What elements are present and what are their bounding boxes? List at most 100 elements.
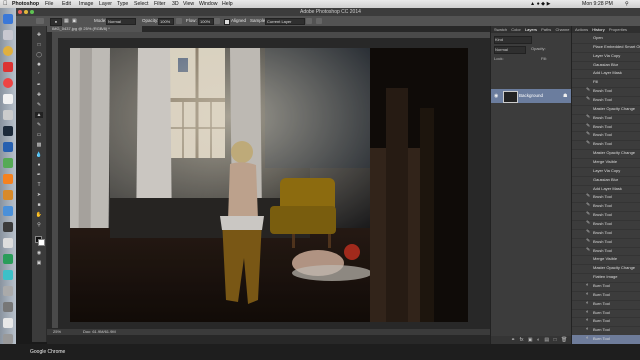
hand-tool-icon[interactable]: ✋ bbox=[35, 212, 43, 218]
photos-icon[interactable] bbox=[3, 110, 13, 120]
shape-tool-icon[interactable]: ■ bbox=[35, 202, 43, 208]
history-brush-tool-icon[interactable]: ✎ bbox=[35, 122, 43, 128]
brush-panel-icon[interactable]: ▦ bbox=[64, 18, 70, 24]
app-green-icon[interactable] bbox=[3, 254, 13, 264]
app-dark-icon[interactable] bbox=[3, 222, 13, 232]
preview-icon[interactable] bbox=[3, 238, 13, 248]
menu-3d[interactable]: 3D bbox=[172, 1, 179, 7]
tab-layers[interactable]: Layers bbox=[525, 27, 537, 32]
path-select-tool-icon[interactable]: ➤ bbox=[35, 192, 43, 198]
status-icons: ▲ ● ◆ ▶ bbox=[530, 1, 551, 7]
apple-icon[interactable]:  bbox=[3, 1, 8, 7]
tab-properties[interactable]: Properties bbox=[609, 27, 627, 32]
clone-source-icon[interactable]: ▣ bbox=[72, 18, 78, 24]
menu-window[interactable]: Window bbox=[199, 1, 217, 7]
layer-style-icon[interactable]: fx bbox=[520, 337, 524, 343]
photoshop-icon[interactable] bbox=[3, 142, 13, 152]
lightroom-icon[interactable] bbox=[3, 126, 13, 136]
tab-color[interactable]: Color bbox=[511, 27, 521, 32]
clone-stamp-preset-icon[interactable] bbox=[36, 18, 44, 24]
tab-channels[interactable]: Channe bbox=[555, 27, 569, 32]
firefox-icon[interactable] bbox=[3, 174, 13, 184]
link-layers-icon[interactable]: ⚭ bbox=[511, 337, 515, 343]
marquee-tool-icon[interactable]: □ bbox=[35, 42, 43, 48]
tab-paths[interactable]: Paths bbox=[541, 27, 551, 32]
healing-tool-icon[interactable]: ✚ bbox=[35, 92, 43, 98]
menu-filter[interactable]: Filter bbox=[154, 1, 166, 7]
pen-tool-icon[interactable]: ✒ bbox=[35, 172, 43, 178]
background-color-swatch[interactable] bbox=[38, 239, 45, 246]
type-tool-icon[interactable]: T bbox=[35, 182, 43, 188]
trash-icon[interactable] bbox=[3, 334, 13, 344]
launchpad-icon[interactable] bbox=[3, 30, 13, 40]
layer-name[interactable]: Background bbox=[519, 93, 543, 98]
layer-blend-select[interactable]: Normal bbox=[494, 46, 526, 54]
app-orange-icon[interactable] bbox=[3, 190, 13, 200]
zoom-tool-icon[interactable]: ⚲ bbox=[35, 222, 43, 228]
menu-app-name[interactable]: Photoshop bbox=[12, 1, 39, 7]
menu-image[interactable]: Image bbox=[79, 1, 93, 7]
finder-icon[interactable] bbox=[3, 14, 13, 24]
bridge-icon[interactable] bbox=[3, 158, 13, 168]
screen-mode-icon[interactable]: ▣ bbox=[35, 260, 43, 266]
layer-row-background[interactable]: ◉ Background ☗ bbox=[491, 89, 571, 103]
app-red-icon[interactable] bbox=[3, 62, 13, 72]
layer-kind-filter[interactable]: Kind bbox=[494, 36, 532, 44]
quick-mask-icon[interactable]: ◉ bbox=[35, 250, 43, 256]
crop-tool-icon[interactable]: ⌜ bbox=[35, 72, 43, 78]
app-blue-icon[interactable] bbox=[3, 206, 13, 216]
tab-swatches[interactable]: Swatch bbox=[494, 27, 507, 32]
blur-tool-icon[interactable]: 💧 bbox=[35, 152, 43, 158]
add-mask-icon[interactable]: ▣ bbox=[528, 337, 533, 343]
layer-visibility-eye-icon[interactable]: ◉ bbox=[494, 93, 498, 99]
app-gray-icon[interactable] bbox=[3, 286, 13, 296]
status-zoom[interactable]: 25% bbox=[53, 329, 61, 335]
ignore-adjustment-icon[interactable] bbox=[306, 18, 312, 24]
aligned-checkbox[interactable] bbox=[224, 19, 230, 25]
sample-select[interactable]: Current Layer bbox=[265, 18, 305, 25]
minimize-window-button[interactable] bbox=[24, 10, 28, 14]
gradient-tool-icon[interactable]: ▩ bbox=[35, 142, 43, 148]
opacity-field[interactable]: 100% bbox=[158, 18, 174, 25]
calendar-icon[interactable] bbox=[3, 94, 13, 104]
new-group-icon[interactable]: ▤ bbox=[544, 337, 549, 343]
eraser-tool-icon[interactable]: ▭ bbox=[35, 132, 43, 138]
tab-actions[interactable]: Actions bbox=[575, 27, 588, 32]
menubar-clock[interactable]: Mon 9:28 PM bbox=[582, 1, 613, 7]
lasso-tool-icon[interactable]: ◯ bbox=[35, 52, 43, 58]
move-tool-icon[interactable]: ✚ bbox=[35, 32, 43, 38]
menu-select[interactable]: Select bbox=[134, 1, 148, 7]
quick-select-tool-icon[interactable]: ✹ bbox=[35, 62, 43, 68]
history-item-label: Gaussian Blur bbox=[593, 176, 619, 182]
zoom-window-button[interactable] bbox=[30, 10, 34, 14]
brush-tool-icon[interactable]: ✎ bbox=[35, 102, 43, 108]
brush-size-picker[interactable]: ● bbox=[50, 18, 62, 26]
eyedropper-tool-icon[interactable]: ✒ bbox=[35, 82, 43, 88]
menu-edit[interactable]: Edit bbox=[62, 1, 71, 7]
itunes-icon[interactable] bbox=[3, 78, 13, 88]
chrome-icon[interactable] bbox=[3, 46, 13, 56]
menu-layer[interactable]: Layer bbox=[99, 1, 112, 7]
menu-view[interactable]: View bbox=[183, 1, 194, 7]
new-adjustment-icon[interactable]: ◐ bbox=[537, 337, 540, 343]
tablet-opacity-icon[interactable] bbox=[176, 18, 182, 24]
menu-file[interactable]: File bbox=[45, 1, 53, 7]
tablet-size-icon[interactable] bbox=[316, 18, 322, 24]
new-layer-icon[interactable]: □ bbox=[554, 337, 557, 343]
app-white-icon[interactable] bbox=[3, 318, 13, 328]
airbrush-icon[interactable] bbox=[214, 18, 220, 24]
window-title: Adobe Photoshop CC 2014 bbox=[300, 9, 361, 15]
delete-layer-icon[interactable]: 🗑 bbox=[561, 337, 567, 343]
app-gray2-icon[interactable] bbox=[3, 302, 13, 312]
menu-help[interactable]: Help bbox=[222, 1, 233, 7]
spotlight-icon[interactable]: ⚲ bbox=[625, 1, 629, 7]
app-teal-icon[interactable] bbox=[3, 270, 13, 280]
tab-history[interactable]: History bbox=[592, 27, 604, 32]
mode-select[interactable]: Normal bbox=[106, 18, 136, 25]
clone-stamp-tool-icon[interactable]: ▲ bbox=[35, 112, 43, 118]
close-window-button[interactable] bbox=[18, 10, 22, 14]
dodge-tool-icon[interactable]: ● bbox=[35, 162, 43, 168]
photo-canvas[interactable] bbox=[70, 48, 468, 322]
menu-type[interactable]: Type bbox=[117, 1, 128, 7]
flow-field[interactable]: 100% bbox=[198, 18, 214, 25]
